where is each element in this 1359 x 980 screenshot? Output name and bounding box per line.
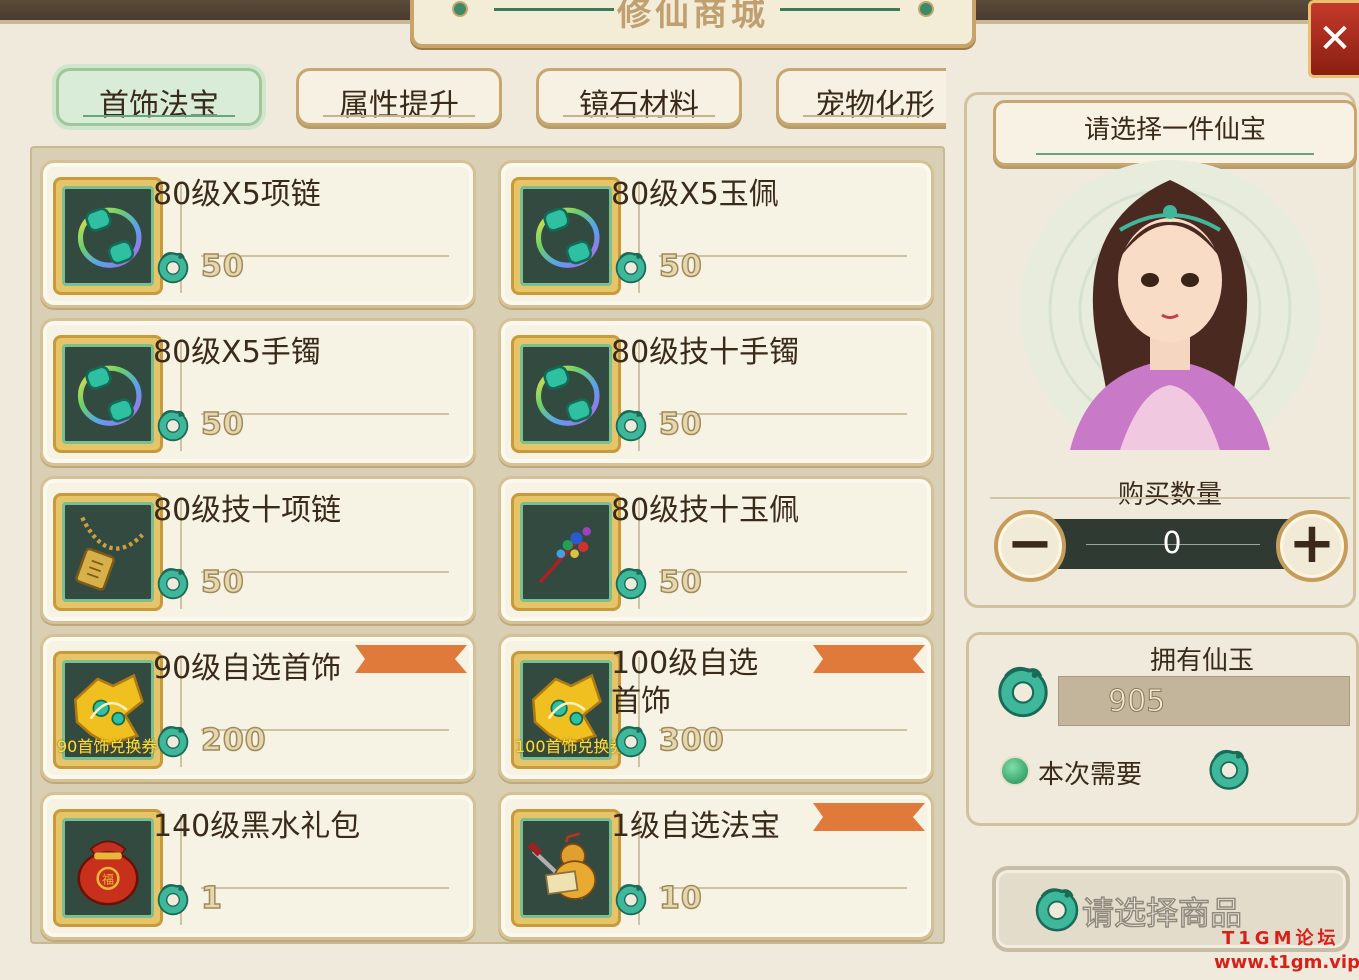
hot-ribbon-icon [813,803,925,831]
item-price: 50 [200,406,245,443]
close-button[interactable]: ✕ [1308,0,1359,78]
tab-attributes[interactable]: 属性提升 [296,68,502,126]
item-price: 50 [658,248,703,285]
buy-button-label: 请选择商品 [1081,893,1243,933]
price-underline [201,887,449,889]
item-slot [511,493,621,611]
shop-item-card[interactable]: 80级技十玉佩 50 [498,476,934,624]
jade-coin-icon [155,407,191,443]
window-title: 修仙商城 [617,0,769,34]
item-name: 80级X5项链 [153,177,321,212]
npc-portrait-icon [1020,160,1320,450]
item-name: 80级X5玉佩 [611,177,779,212]
item-price: 50 [200,564,245,601]
jade-coin-icon [155,723,191,759]
tab-underline [83,115,235,117]
item-price: 200 [200,722,267,759]
item-name: 140级黑水礼包 [153,809,361,844]
item-name: 1级自选法宝 [611,809,781,844]
tab-jewelry[interactable]: 首饰法宝 [56,68,262,126]
jade-coin-icon [1032,882,1082,936]
owned-amount: 905 [1107,684,1166,720]
item-name: 100级自选首饰 [611,646,759,719]
jade-pendant-icon [523,189,609,283]
owned-label: 拥有仙玉 [1150,646,1255,676]
item-price: 50 [200,248,245,285]
shop-item-card[interactable]: 80级技十项链 50 [40,476,476,624]
jade-coin-icon [155,565,191,601]
hot-ribbon-icon [813,645,925,673]
quantity-plus-button[interactable]: + [1276,510,1348,582]
bracelet-icon [65,347,151,441]
item-slot [511,335,621,453]
shop-item-card[interactable]: 1级自选法宝 10 [498,792,934,940]
tab-label: 镜石材料 [579,88,699,123]
gourd-icon [523,821,609,915]
shop-item-card[interactable]: 80级X5手镯 50 [40,318,476,466]
item-slot [53,809,163,927]
item-slot [53,493,163,611]
item-name: 80级技十玉佩 [611,493,800,528]
jade-coin-icon [613,249,649,285]
jade-coin-icon [613,881,649,917]
shop-item-card[interactable]: 140级黑水礼包 1 [40,792,476,940]
item-price: 300 [658,722,725,759]
shop-item-card[interactable]: 80级X5项链 50 [40,160,476,308]
bracelet-icon [523,347,609,441]
tab-underline [563,115,715,117]
gold-necklace-icon [65,505,151,599]
coupon-label: 100首饰兑换券 [515,737,626,756]
prompt-underline [1036,153,1314,155]
item-slot [53,335,163,453]
watermark-title: T1GM论坛 [1222,928,1340,949]
shop-item-card[interactable]: 80级技十手镯 50 [498,318,934,466]
quantity-minus-button[interactable]: − [994,510,1066,582]
item-name: 80级技十项链 [153,493,342,528]
tab-label: 宠物化形 [815,88,935,123]
shop-item-card[interactable]: 80级X5玉佩 50 [498,160,934,308]
tab-underline [323,115,475,117]
select-prompt: 请选择一件仙宝 [993,100,1357,166]
item-name: 90级自选首饰 [153,651,342,686]
need-label: 本次需要 [1038,760,1143,790]
tab-label: 首饰法宝 [99,88,219,123]
watermark-url: www.t1gm.vip [1214,952,1359,973]
item-name: 80级技十手镯 [611,335,800,370]
jade-coin-icon [613,723,649,759]
tab-pet-transform[interactable]: 宠物化形 [776,68,946,126]
item-slot [53,177,163,295]
item-price: 1 [200,880,223,917]
item-price: 50 [658,406,703,443]
jade-coin-icon [155,249,191,285]
quantity-label: 购买数量 [1117,480,1222,510]
coupon-label: 90首饰兑换券 [57,737,158,756]
select-prompt-text: 请选择一件仙宝 [1083,115,1266,145]
item-price: 10 [658,880,703,917]
necklace-icon [65,189,151,283]
tab-underline [803,115,922,117]
title-plaque: 修仙商城 [410,0,976,48]
need-radio[interactable] [1000,756,1030,786]
quantity-divider [990,497,1350,499]
item-name: 80级X5手镯 [153,335,321,370]
quantity-value: 0 [1162,526,1182,561]
jade-coin-icon [1206,744,1252,794]
shop-item-card[interactable]: 100首饰兑换券 100级自选首饰 300 [498,634,934,782]
shop-item-card[interactable]: 90首饰兑换券 90级自选首饰 200 [40,634,476,782]
hot-ribbon-icon [355,645,467,673]
tab-materials[interactable]: 镜石材料 [536,68,742,126]
item-slot [511,809,621,927]
jade-coin-icon [155,881,191,917]
item-slot [511,177,621,295]
tab-label: 属性提升 [339,88,459,123]
jade-coin-icon [613,565,649,601]
beaded-pendant-icon [523,505,609,599]
gift-bag-icon [65,821,151,915]
owned-amount-field [1058,676,1350,726]
jade-coin-icon [613,407,649,443]
jade-coin-icon [994,660,1052,722]
item-price: 50 [658,564,703,601]
